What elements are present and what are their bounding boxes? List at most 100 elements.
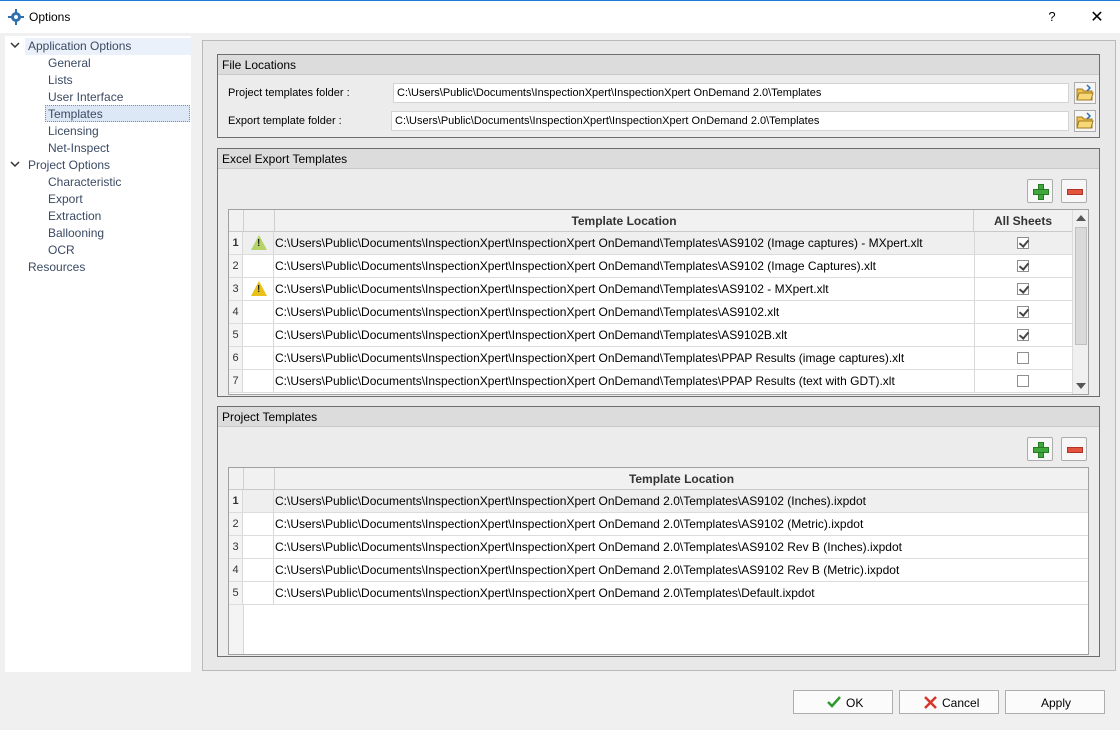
table-row[interactable]: 4 C:\Users\Public\Documents\InspectionXp…	[229, 559, 1088, 582]
table-row[interactable]: 6 C:\Users\Public\Documents\InspectionXp…	[229, 347, 1072, 370]
nav-characteristic[interactable]: Characteristic	[48, 174, 121, 191]
all-sheets-checkbox[interactable]	[1017, 306, 1029, 318]
row-number: 2	[229, 513, 243, 535]
all-sheets-checkbox[interactable]	[1017, 375, 1029, 387]
table-row[interactable]: 4 C:\Users\Public\Documents\InspectionXp…	[229, 301, 1072, 324]
template-location-cell: C:\Users\Public\Documents\InspectionXper…	[275, 328, 788, 342]
excel-templates-grid: Template Location All Sheets 1 C:\Users\…	[228, 209, 1089, 395]
table-row[interactable]: 5 C:\Users\Public\Documents\InspectionXp…	[229, 324, 1072, 347]
open-folder-icon	[1076, 112, 1094, 129]
template-location-cell: C:\Users\Public\Documents\InspectionXper…	[275, 236, 923, 250]
project-templates-folder-label: Project templates folder :	[228, 87, 350, 99]
remove-excel-template-button[interactable]	[1061, 179, 1087, 203]
chevron-down-icon[interactable]	[10, 40, 20, 50]
row-number: 1	[229, 232, 243, 254]
file-locations-header: File Locations	[218, 55, 1099, 75]
nav-export[interactable]: Export	[48, 191, 83, 208]
open-folder-icon	[1076, 84, 1094, 101]
all-sheets-checkbox[interactable]	[1017, 237, 1029, 249]
templates-panel: File Locations Project templates folder …	[202, 40, 1116, 671]
export-template-folder-input[interactable]: C:\Users\Public\Documents\InspectionXper…	[391, 111, 1069, 131]
nav-templates[interactable]: Templates	[45, 105, 190, 122]
remove-project-template-button[interactable]	[1061, 437, 1087, 461]
help-button[interactable]: ?	[1042, 9, 1062, 24]
nav-net-inspect[interactable]: Net-Inspect	[48, 140, 109, 157]
excel-templates-grid-header: Template Location All Sheets	[229, 210, 1072, 232]
template-location-cell: C:\Users\Public\Documents\InspectionXper…	[275, 586, 815, 600]
row-number: 3	[229, 536, 243, 558]
row-number: 1	[229, 490, 243, 512]
nav-project-options[interactable]: Project Options	[28, 157, 110, 174]
all-sheets-checkbox[interactable]	[1017, 283, 1029, 295]
template-location-cell: C:\Users\Public\Documents\InspectionXper…	[275, 494, 866, 508]
x-icon	[924, 696, 937, 709]
nav-ballooning[interactable]: Ballooning	[48, 225, 104, 242]
row-number: 3	[229, 278, 243, 300]
nav-resources[interactable]: Resources	[28, 259, 85, 276]
template-location-cell: C:\Users\Public\Documents\InspectionXper…	[275, 282, 829, 296]
template-location-cell: C:\Users\Public\Documents\InspectionXper…	[275, 305, 780, 319]
excel-templates-scrollbar[interactable]	[1072, 210, 1088, 394]
project-templates-header: Project Templates	[218, 407, 1099, 427]
browse-export-folder-button[interactable]	[1074, 110, 1096, 132]
file-locations-group: File Locations Project templates folder …	[217, 54, 1100, 138]
table-row[interactable]: 2 C:\Users\Public\Documents\InspectionXp…	[229, 513, 1088, 536]
all-sheets-checkbox[interactable]	[1017, 329, 1029, 341]
project-templates-folder-input[interactable]: C:\Users\Public\Documents\InspectionXper…	[393, 83, 1069, 103]
template-location-cell: C:\Users\Public\Documents\InspectionXper…	[275, 351, 905, 365]
all-sheets-checkbox[interactable]	[1017, 352, 1029, 364]
nav-general[interactable]: General	[48, 55, 91, 72]
row-number: 2	[229, 255, 243, 277]
add-excel-template-button[interactable]	[1027, 179, 1053, 203]
table-row[interactable]: 1 C:\Users\Public\Documents\InspectionXp…	[229, 232, 1072, 255]
apply-button[interactable]: Apply	[1005, 690, 1105, 714]
scroll-thumb[interactable]	[1075, 227, 1087, 345]
puzzle-gear-icon	[8, 9, 24, 25]
row-number: 7	[229, 370, 243, 392]
col-template-location[interactable]: Template Location	[275, 468, 1088, 490]
row-number: 4	[229, 301, 243, 323]
nav-extraction[interactable]: Extraction	[48, 208, 101, 225]
cancel-button[interactable]: Cancel	[899, 690, 999, 714]
table-row[interactable]: 2 C:\Users\Public\Documents\InspectionXp…	[229, 255, 1072, 278]
col-all-sheets[interactable]: All Sheets	[974, 210, 1072, 232]
template-location-cell: C:\Users\Public\Documents\InspectionXper…	[275, 563, 900, 577]
table-row[interactable]: 3 C:\Users\Public\Documents\InspectionXp…	[229, 278, 1072, 301]
row-number: 5	[229, 324, 243, 346]
title-bar: Options ? ✕	[0, 0, 1120, 33]
warning-icon	[251, 281, 267, 296]
ok-button[interactable]: OK	[793, 690, 893, 714]
col-template-location[interactable]: Template Location	[275, 210, 974, 232]
close-button[interactable]: ✕	[1086, 7, 1108, 27]
template-location-cell: C:\Users\Public\Documents\InspectionXper…	[275, 259, 876, 273]
row-number: 6	[229, 347, 243, 369]
table-row[interactable]: 3 C:\Users\Public\Documents\InspectionXp…	[229, 536, 1088, 559]
nav-licensing[interactable]: Licensing	[48, 123, 99, 140]
template-location-cell: C:\Users\Public\Documents\InspectionXper…	[275, 517, 864, 531]
template-location-cell: C:\Users\Public\Documents\InspectionXper…	[275, 540, 902, 554]
table-row[interactable]: 1 C:\Users\Public\Documents\InspectionXp…	[229, 490, 1088, 513]
scroll-down-icon[interactable]	[1076, 383, 1086, 389]
row-number: 4	[229, 559, 243, 581]
excel-export-templates-group: Excel Export Templates Template Location…	[217, 148, 1100, 397]
checkmark-icon	[827, 696, 841, 708]
chevron-down-icon[interactable]	[10, 159, 20, 169]
excel-export-templates-header: Excel Export Templates	[218, 149, 1099, 169]
table-row[interactable]: 7 C:\Users\Public\Documents\InspectionXp…	[229, 370, 1072, 393]
export-template-folder-label: Export template folder :	[228, 115, 342, 127]
project-templates-grid-header: Template Location	[229, 468, 1088, 490]
add-project-template-button[interactable]	[1027, 437, 1053, 461]
nav-application-options[interactable]: Application Options	[25, 38, 191, 55]
row-number: 5	[229, 582, 243, 604]
all-sheets-checkbox[interactable]	[1017, 260, 1029, 272]
browse-project-folder-button[interactable]	[1074, 82, 1096, 104]
project-templates-grid: Template Location 1 C:\Users\Public\Docu…	[228, 467, 1089, 655]
warning-icon	[251, 235, 267, 250]
scroll-up-icon[interactable]	[1076, 215, 1086, 221]
nav-lists[interactable]: Lists	[48, 72, 73, 89]
nav-user-interface[interactable]: User Interface	[48, 89, 123, 106]
window-title: Options	[29, 10, 71, 24]
options-nav-tree: Application Options General Lists User I…	[5, 36, 191, 672]
nav-ocr[interactable]: OCR	[48, 242, 75, 259]
table-row[interactable]: 5 C:\Users\Public\Documents\InspectionXp…	[229, 582, 1088, 605]
